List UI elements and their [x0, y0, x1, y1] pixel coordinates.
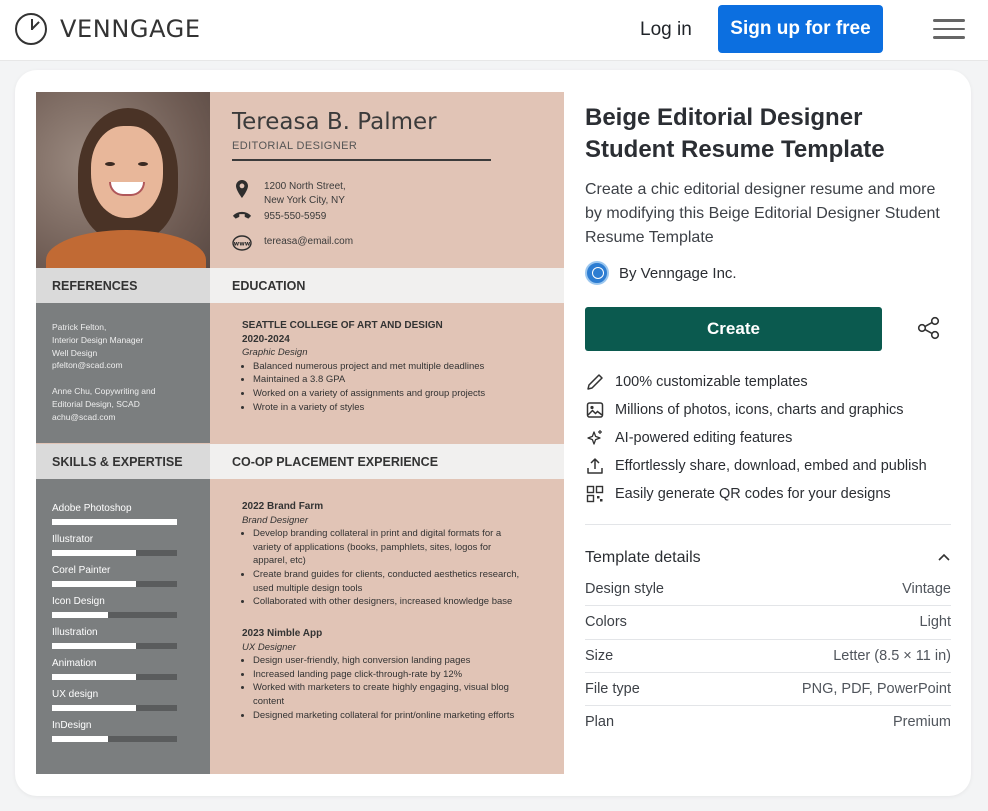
feature-share: Effortlessly share, download, embed and …	[585, 456, 927, 476]
upload-icon	[585, 456, 605, 476]
globe-icon: www	[232, 235, 252, 251]
location-pin-icon	[232, 180, 252, 198]
author-name: By Venngage Inc.	[619, 264, 737, 282]
image-icon	[585, 400, 605, 420]
row-divider	[585, 672, 951, 673]
skill-item: Corel Painter	[52, 565, 177, 587]
row-divider	[585, 705, 951, 706]
phone-icon	[232, 210, 252, 220]
skill-item: InDesign	[52, 720, 177, 742]
menu-icon[interactable]	[933, 19, 965, 39]
education-section: SEATTLE COLLEGE OF ART AND DESIGN 2020-2…	[242, 319, 485, 414]
divider	[232, 159, 491, 161]
detail-row-colors: Colors Light	[585, 614, 951, 630]
feature-text: Millions of photos, icons, charts and gr…	[615, 402, 904, 418]
svg-text:www: www	[234, 241, 251, 248]
login-link[interactable]: Log in	[640, 19, 692, 41]
contact-email: www tereasa@email.com	[232, 235, 353, 251]
skill-item: Adobe Photoshop	[52, 503, 177, 525]
email-address: tereasa@email.com	[264, 236, 354, 247]
reference-2: Anne Chu, Copywriting and Editorial Desig…	[52, 386, 156, 422]
skills-heading: SKILLS & EXPERTISE	[36, 444, 210, 479]
signup-button[interactable]: Sign up for free	[718, 5, 883, 53]
qr-code-icon	[585, 484, 605, 504]
chevron-up-icon	[937, 549, 951, 567]
share-icon[interactable]	[914, 313, 944, 343]
venngage-avatar-icon	[585, 261, 609, 285]
detail-row-file-type: File type PNG, PDF, PowerPoint	[585, 681, 951, 697]
skill-item: Icon Design	[52, 596, 177, 618]
feature-customizable: 100% customizable templates	[585, 372, 808, 392]
detail-row-size: Size Letter (8.5 × 11 in)	[585, 648, 951, 664]
feature-media: Millions of photos, icons, charts and gr…	[585, 400, 904, 420]
feature-text: AI-powered editing features	[615, 430, 793, 446]
address-line2: New York City, NY	[264, 195, 345, 206]
contact-phone: 955-550-5959	[232, 210, 326, 224]
phone-number: 955-550-5959	[264, 211, 327, 222]
detail-row-plan: Plan Premium	[585, 714, 951, 730]
address-line1: 1200 North Street,	[264, 181, 346, 192]
feature-qr: Easily generate QR codes for your design…	[585, 484, 891, 504]
feature-text: Effortlessly share, download, embed and …	[615, 458, 927, 474]
resume-name: Tereasa B. Palmer	[232, 109, 437, 135]
resume-preview[interactable]: Tereasa B. Palmer EDITORIAL DESIGNER 120…	[36, 92, 564, 774]
resume-role: EDITORIAL DESIGNER	[232, 140, 358, 152]
profile-photo	[36, 92, 210, 268]
template-description: Create a chic editorial designer resume …	[585, 181, 940, 246]
feature-ai: AI-powered editing features	[585, 428, 792, 448]
row-divider	[585, 605, 951, 606]
sparkle-icon	[585, 428, 605, 448]
template-details-toggle[interactable]: Template details	[585, 548, 951, 568]
reference-1: Patrick Felton, Interior Design Manager We…	[52, 322, 144, 371]
template-details-heading: Template details	[585, 549, 701, 566]
create-button[interactable]: Create	[585, 307, 882, 351]
venngage-logo[interactable]: VENNGAGE	[15, 12, 201, 46]
feature-text: 100% customizable templates	[615, 374, 808, 390]
section-divider	[585, 524, 951, 525]
skill-item: UX design	[52, 689, 177, 711]
feature-text: Easily generate QR codes for your design…	[615, 486, 891, 502]
job-2: 2023 Nimble App UX Designer Design user-…	[242, 627, 514, 722]
top-navigation-bar: VENNGAGE Log in Sign up for free	[0, 0, 988, 61]
template-author[interactable]: By Venngage Inc.	[585, 261, 737, 285]
contact-address: 1200 North Street, New York City, NY	[232, 180, 346, 208]
skills-column: Adobe Photoshop Illustrator Corel Painte…	[36, 479, 210, 774]
pencil-icon	[585, 372, 605, 392]
brand-name: VENNGAGE	[60, 15, 201, 43]
skill-item: Illustrator	[52, 534, 177, 556]
template-title: Beige Editorial Designer Student Resume …	[585, 104, 885, 163]
job-1: 2022 Brand Farm Brand Designer Develop b…	[242, 500, 519, 609]
references-column: Patrick Felton, Interior Design Manager We…	[36, 303, 210, 443]
references-heading: REFERENCES	[36, 268, 210, 303]
skill-item: Illustration	[52, 627, 177, 649]
row-divider	[585, 639, 951, 640]
coop-heading: CO-OP PLACEMENT EXPERIENCE	[210, 444, 564, 479]
skill-item: Animation	[52, 658, 177, 680]
clock-logo-icon	[15, 13, 47, 45]
detail-row-design-style: Design style Vintage	[585, 581, 951, 597]
education-heading: EDUCATION	[210, 268, 564, 303]
